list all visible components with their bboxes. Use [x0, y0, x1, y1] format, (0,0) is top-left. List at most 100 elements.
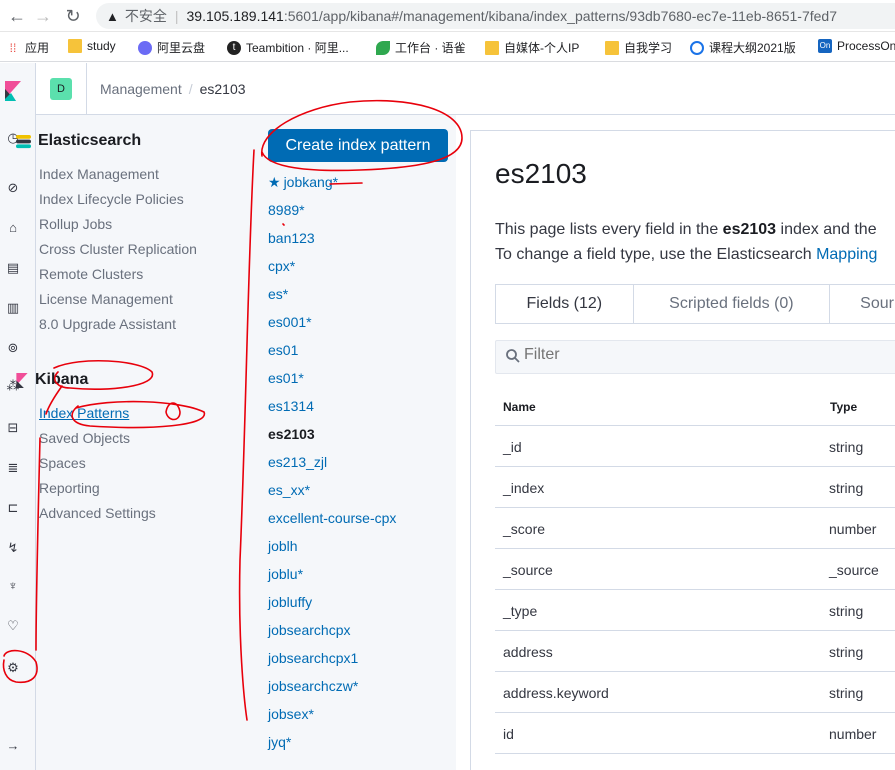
table-header: Name Type — [495, 388, 895, 426]
uptime-icon[interactable]: ↯ — [4, 539, 22, 557]
pattern-item[interactable]: es001* — [268, 314, 312, 330]
yuque-leaf-icon — [376, 40, 390, 55]
tab-scripted-fields[interactable]: Scripted fields (0) — [634, 285, 831, 323]
bookmark-label: 阿里云盘 — [157, 41, 206, 55]
sidenav-item-index-patterns[interactable]: Index Patterns — [39, 405, 129, 421]
pattern-item[interactable]: joblh — [268, 538, 298, 554]
sidenav-item-license[interactable]: License Management — [39, 291, 173, 307]
space-avatar[interactable]: D — [50, 78, 72, 100]
pattern-item[interactable]: joblu* — [268, 566, 303, 582]
course-logo-icon — [690, 40, 704, 55]
pattern-item[interactable]: 8989* — [268, 202, 305, 218]
sidenav-item-index-management[interactable]: Index Management — [39, 166, 159, 182]
monitoring-icon[interactable]: ♡ — [4, 617, 22, 635]
pattern-item-current[interactable]: es2103 — [268, 426, 315, 442]
bookmark-zimeiti[interactable]: 自媒体-个人IP — [485, 39, 579, 56]
bookmark-yuque[interactable]: 工作台 · 语雀 — [376, 39, 466, 56]
pattern-item[interactable]: es_xx* — [268, 482, 310, 498]
canvas-icon[interactable]: ▥ — [4, 299, 22, 317]
forward-arrow-icon[interactable]: → — [32, 5, 54, 27]
bookmark-label: 自我学习 — [624, 41, 673, 55]
field-type: string — [829, 480, 864, 496]
kibana-section-title: Kibana — [16, 371, 88, 389]
pattern-item[interactable]: cpx* — [268, 258, 295, 274]
pattern-item[interactable]: es213_zjl — [268, 454, 327, 470]
sidenav-item-rollup-jobs[interactable]: Rollup Jobs — [39, 216, 112, 232]
sidenav-item-upgrade-assistant[interactable]: 8.0 Upgrade Assistant — [39, 316, 176, 332]
sidenav-item-remote-clusters[interactable]: Remote Clusters — [39, 266, 143, 282]
visualize-icon[interactable]: ⌂ — [4, 219, 22, 237]
maps-icon[interactable]: ⊚ — [4, 339, 22, 357]
pattern-item-default[interactable]: ★ jobkang* — [268, 174, 338, 191]
dev-tools-icon[interactable]: ♆ — [4, 577, 22, 595]
sidenav-item-spaces[interactable]: Spaces — [39, 455, 86, 471]
apm-icon[interactable]: ⊏ — [4, 499, 22, 517]
pattern-item[interactable]: jobsearchcpx — [268, 622, 351, 638]
mapping-api-link[interactable]: Mapping — [816, 246, 877, 263]
sidenav-item-saved-objects[interactable]: Saved Objects — [39, 430, 130, 446]
warning-triangle-icon: ▲ — [106, 9, 119, 24]
sidenav-item-index-lifecycle[interactable]: Index Lifecycle Policies — [39, 191, 184, 207]
logs-icon[interactable]: ≣ — [4, 459, 22, 477]
address-bar[interactable]: ▲ 不安全 | 39.105.189.141:5601/app/kibana#/man… — [96, 3, 895, 29]
table-row: id number — [495, 713, 895, 754]
pattern-item[interactable]: jobluffy — [268, 594, 312, 610]
pattern-item[interactable]: jobsearchcpx1 — [268, 650, 358, 666]
pattern-item[interactable]: jobsex* — [268, 706, 314, 722]
pattern-item[interactable]: es* — [268, 286, 288, 302]
bookmark-label: 工作台 · 语雀 — [395, 41, 466, 55]
bookmark-processon[interactable]: On ProcessOn — [818, 39, 895, 53]
discover-compass-icon[interactable]: ⊘ — [4, 179, 22, 197]
tab-source-filters[interactable]: Sour — [830, 285, 895, 323]
expand-arrow-icon[interactable]: → — [4, 737, 22, 755]
back-arrow-icon[interactable]: ← — [6, 5, 28, 27]
page-title: es2103 — [495, 158, 587, 189]
bookmark-label: Teambition · 阿里... — [246, 41, 349, 55]
pattern-item[interactable]: jobsearchczw* — [268, 678, 358, 694]
infrastructure-icon[interactable]: ⊟ — [4, 419, 22, 437]
field-type: string — [829, 603, 864, 619]
folder-icon — [605, 40, 619, 55]
pattern-item[interactable]: excellent-course-cpx — [268, 510, 396, 526]
sidenav-item-reporting[interactable]: Reporting — [39, 480, 100, 496]
pattern-item[interactable]: jyq* — [268, 734, 291, 750]
kibana-logo-icon[interactable] — [5, 81, 21, 101]
elasticsearch-title-text: Elasticsearch — [38, 132, 142, 149]
tab-fields[interactable]: Fields (12) — [496, 285, 634, 323]
field-type: number — [829, 521, 877, 537]
bookmark-aliyun-drive[interactable]: 阿里云盘 — [138, 39, 205, 56]
column-header-name[interactable]: Name — [503, 400, 536, 414]
bookmark-label: ProcessOn — [837, 39, 895, 53]
column-header-type[interactable]: Type — [830, 400, 857, 414]
search-icon — [506, 349, 520, 363]
field-name: id — [503, 726, 514, 742]
table-row: address.keyword string — [495, 672, 895, 713]
bookmark-study[interactable]: study — [68, 39, 116, 53]
pattern-item[interactable]: es01 — [268, 342, 298, 358]
pattern-item[interactable]: es01* — [268, 370, 304, 386]
sidenav-item-advanced-settings[interactable]: Advanced Settings — [39, 505, 156, 521]
management-gear-icon[interactable]: ⚙ — [4, 659, 22, 677]
filter-input[interactable] — [524, 346, 824, 364]
bookmark-label: 应用 — [25, 41, 50, 55]
insecure-label: 不安全 — [124, 8, 167, 24]
kibana-small-logo-icon — [16, 372, 28, 388]
sidenav-item-ccr[interactable]: Cross Cluster Replication — [39, 241, 197, 257]
bookmark-apps[interactable]: ⁞⁞ 应用 — [6, 39, 49, 56]
create-index-pattern-button[interactable]: Create index pattern — [268, 129, 448, 162]
filter-field[interactable] — [495, 340, 895, 374]
bookmark-self-study[interactable]: 自我学习 — [605, 39, 672, 56]
desc-text: This page lists every field in the — [495, 221, 723, 238]
pattern-item[interactable]: es1314 — [268, 398, 314, 414]
bookmark-course[interactable]: 课程大纲2021版 — [690, 39, 796, 56]
description-line-1: This page lists every field in the es210… — [495, 221, 877, 239]
pattern-label: jobkang* — [283, 174, 339, 190]
breadcrumb-management[interactable]: Management — [100, 81, 182, 97]
bookmark-teambition[interactable]: t Teambition · 阿里... — [227, 39, 349, 56]
reload-icon[interactable]: ↻ — [62, 5, 84, 27]
bookmark-label: 自媒体-个人IP — [504, 41, 580, 55]
breadcrumb-current: es2103 — [199, 81, 246, 97]
dashboard-icon[interactable]: ▤ — [4, 259, 22, 277]
desc-index-name: es2103 — [722, 221, 777, 238]
pattern-item[interactable]: ban123 — [268, 230, 315, 246]
